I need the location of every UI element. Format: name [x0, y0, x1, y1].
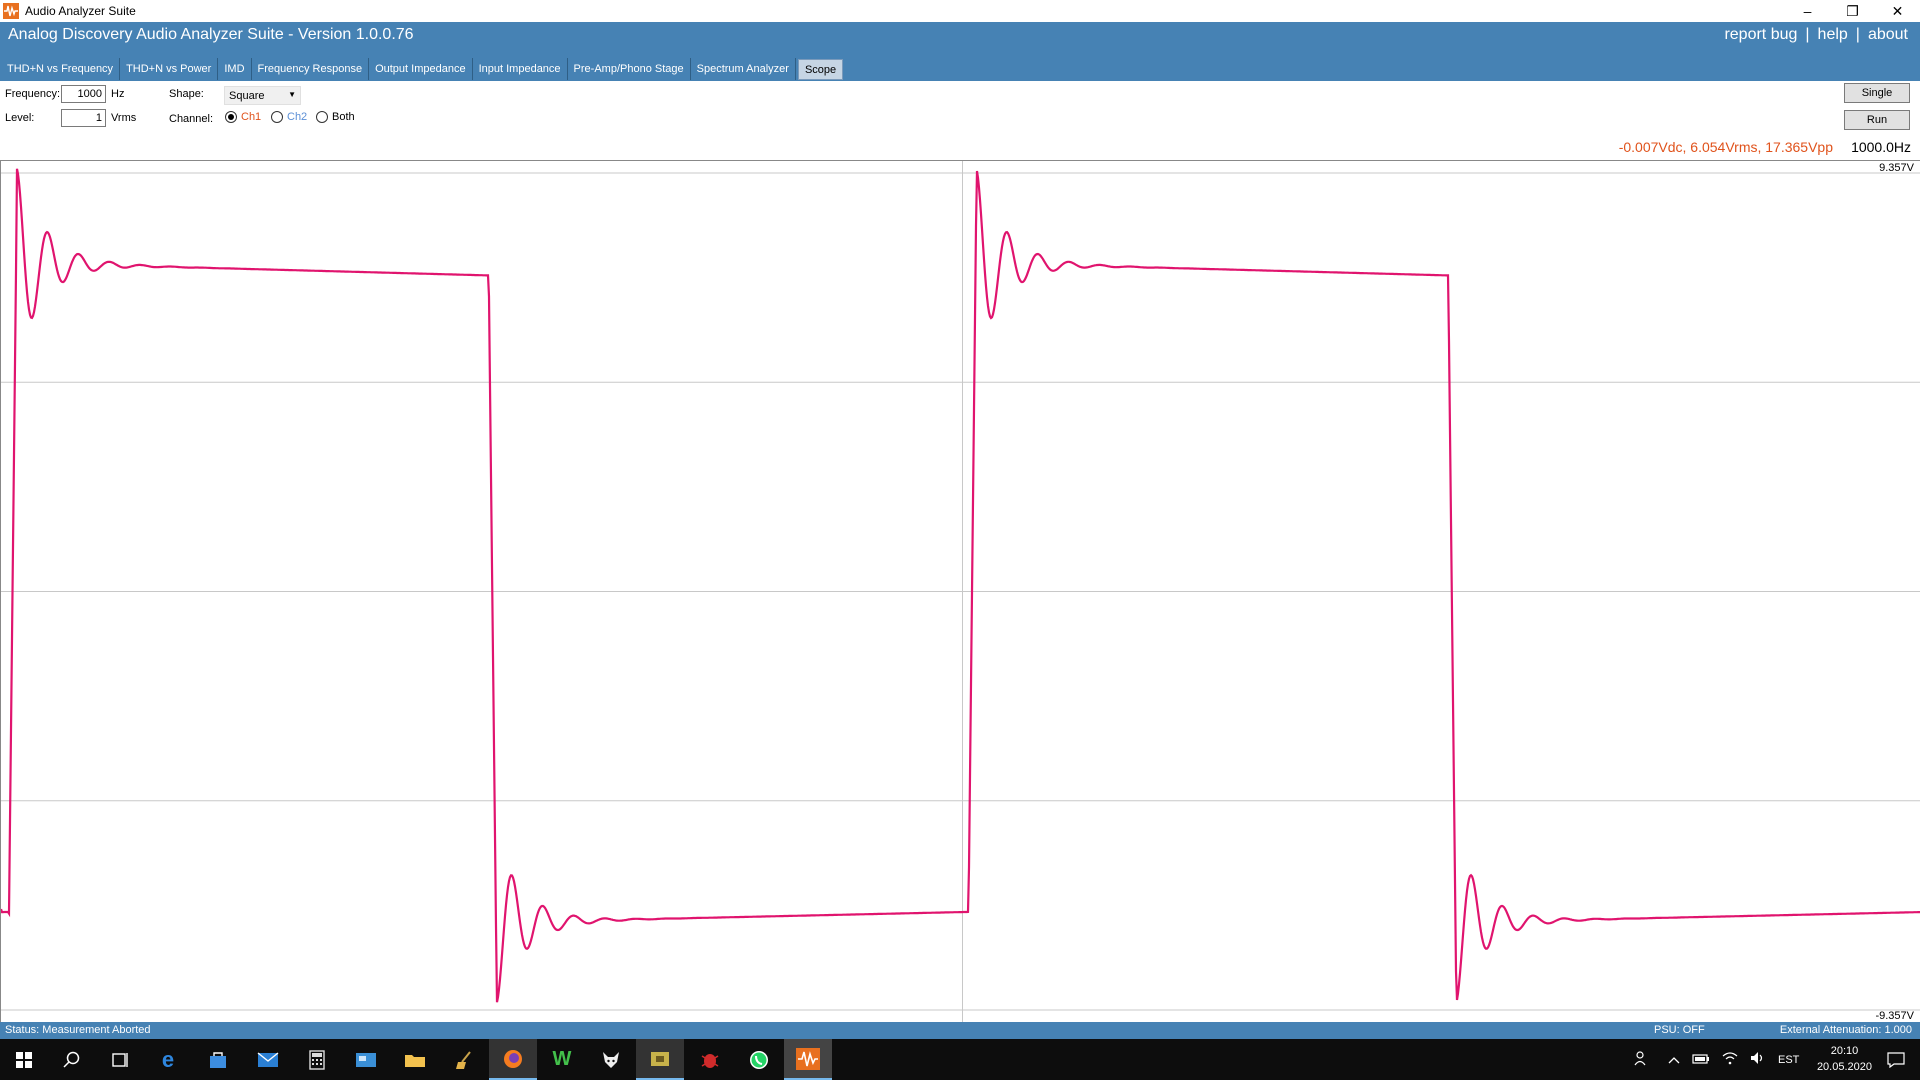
- scope-trace-svg: [1, 161, 1920, 1022]
- tab-spectrum-analyzer[interactable]: Spectrum Analyzer: [690, 58, 796, 80]
- header-links: report bug | help | about: [1724, 26, 1908, 44]
- channel-ch2-label: Ch2: [287, 111, 308, 123]
- window-title: Audio Analyzer Suite: [25, 4, 136, 18]
- archive-app-icon[interactable]: [636, 1039, 684, 1080]
- channel-radio-both[interactable]: Both: [316, 111, 355, 123]
- volume-icon[interactable]: [1750, 1051, 1766, 1068]
- app-header: Analog Discovery Audio Analyzer Suite - …: [0, 22, 1920, 81]
- w-app-icon[interactable]: W: [538, 1039, 586, 1080]
- tab-pre-amp-phono-stage[interactable]: Pre-Amp/Phono Stage: [567, 58, 691, 80]
- file-explorer-icon[interactable]: [391, 1039, 439, 1080]
- clock-date: 20.05.2020: [1816, 1061, 1872, 1073]
- frequency-unit: Hz: [111, 88, 125, 100]
- bug-app-icon[interactable]: [686, 1039, 734, 1080]
- taskbar-clock[interactable]: 20:10 20.05.2020: [1817, 1043, 1872, 1075]
- tab-imd[interactable]: IMD: [218, 58, 252, 80]
- channel-ch1-label: Ch1: [241, 111, 262, 123]
- battery-icon[interactable]: [1692, 1053, 1710, 1067]
- shape-select-value: Square: [229, 90, 265, 102]
- shape-label: Shape:: [169, 88, 204, 100]
- search-icon[interactable]: [48, 1039, 96, 1080]
- window-title-bar: Audio Analyzer Suite – ❐ ✕: [0, 0, 1920, 22]
- channel-radio-ch2[interactable]: Ch2: [271, 111, 307, 123]
- tab-thd-n-vs-power[interactable]: THD+N vs Power: [120, 58, 219, 80]
- tab-output-impedance[interactable]: Output Impedance: [369, 58, 473, 80]
- psu-status: PSU: OFF: [1654, 1024, 1705, 1036]
- notifications-icon[interactable]: [1872, 1039, 1920, 1080]
- help-link[interactable]: help: [1818, 26, 1848, 44]
- tab-bar: THD+N vs Frequency THD+N vs Power IMD Fr…: [1, 58, 844, 80]
- y-min-label: -9.357V: [1875, 1010, 1914, 1022]
- channel-radio-ch1[interactable]: Ch1: [225, 111, 261, 123]
- cleaner-icon[interactable]: [440, 1039, 488, 1080]
- level-input[interactable]: [61, 109, 106, 127]
- about-link[interactable]: about: [1868, 26, 1908, 44]
- system-tray: EST: [1634, 1039, 1799, 1080]
- status-text: Status: Measurement Aborted: [5, 1024, 151, 1036]
- whatsapp-icon[interactable]: [735, 1039, 783, 1080]
- channel-both-label: Both: [332, 111, 355, 123]
- shape-select[interactable]: Square ▼: [224, 86, 301, 105]
- mail-icon[interactable]: [244, 1039, 292, 1080]
- radio-unselected-icon: [316, 111, 328, 123]
- tab-frequency-response[interactable]: Frequency Response: [251, 58, 370, 80]
- level-unit: Vrms: [111, 112, 137, 124]
- y-max-label: 9.357V: [1879, 162, 1914, 174]
- store-icon[interactable]: [194, 1039, 242, 1080]
- tab-scope[interactable]: Scope: [797, 59, 844, 80]
- restore-button[interactable]: ❐: [1830, 0, 1875, 22]
- measurement-readout: -0.007Vdc, 6.054Vrms, 17.365Vpp: [1618, 139, 1833, 155]
- windows-taskbar: e W EST 20:10 20.05.2020: [0, 1039, 1920, 1080]
- windows-start-icon[interactable]: [0, 1039, 48, 1080]
- tab-input-impedance[interactable]: Input Impedance: [472, 58, 568, 80]
- external-attenuation: External Attenuation: 1.000: [1779, 1024, 1912, 1036]
- chevron-down-icon: ▼: [288, 90, 296, 99]
- radio-selected-icon: [225, 111, 237, 123]
- people-icon[interactable]: [1634, 1050, 1650, 1069]
- clock-time: 20:10: [1830, 1045, 1859, 1057]
- scope-plot[interactable]: 9.357V -9.357V: [0, 160, 1920, 1022]
- frequency-input[interactable]: [61, 85, 106, 103]
- calculator-icon[interactable]: [293, 1039, 341, 1080]
- input-language[interactable]: EST: [1778, 1054, 1799, 1066]
- link-separator: |: [1855, 26, 1860, 43]
- app-title: Analog Discovery Audio Analyzer Suite - …: [8, 26, 414, 43]
- channel-label: Channel:: [169, 113, 214, 125]
- close-button[interactable]: ✕: [1875, 0, 1920, 22]
- scope-controls: Frequency: Hz Level: Vrms Shape: Square …: [0, 81, 1920, 161]
- status-bar: Status: Measurement Aborted PSU: OFF Ext…: [0, 1022, 1920, 1039]
- firefox-icon[interactable]: [489, 1039, 537, 1080]
- audio-analyzer-icon[interactable]: [784, 1039, 832, 1080]
- radio-unselected-icon: [271, 111, 283, 123]
- chevron-up-icon[interactable]: [1668, 1053, 1680, 1067]
- report-bug-link[interactable]: report bug: [1724, 26, 1797, 44]
- task-view-icon[interactable]: [96, 1039, 144, 1080]
- minimize-button[interactable]: –: [1785, 0, 1830, 22]
- fox-app-icon[interactable]: [587, 1039, 635, 1080]
- edge-icon[interactable]: e: [144, 1039, 192, 1080]
- tab-thd-n-vs-frequency[interactable]: THD+N vs Frequency: [1, 58, 121, 80]
- frequency-label: Frequency:: [5, 88, 61, 100]
- level-label: Level:: [5, 112, 35, 124]
- link-separator: |: [1805, 26, 1810, 43]
- run-button[interactable]: Run: [1844, 110, 1910, 130]
- wifi-icon[interactable]: [1722, 1051, 1738, 1068]
- control-panel-icon[interactable]: [342, 1039, 390, 1080]
- single-button[interactable]: Single: [1844, 83, 1910, 103]
- frequency-readout: 1000.0Hz: [1851, 139, 1911, 155]
- app-icon: [3, 3, 19, 19]
- scope-trace-ch1: [1, 168, 1920, 1003]
